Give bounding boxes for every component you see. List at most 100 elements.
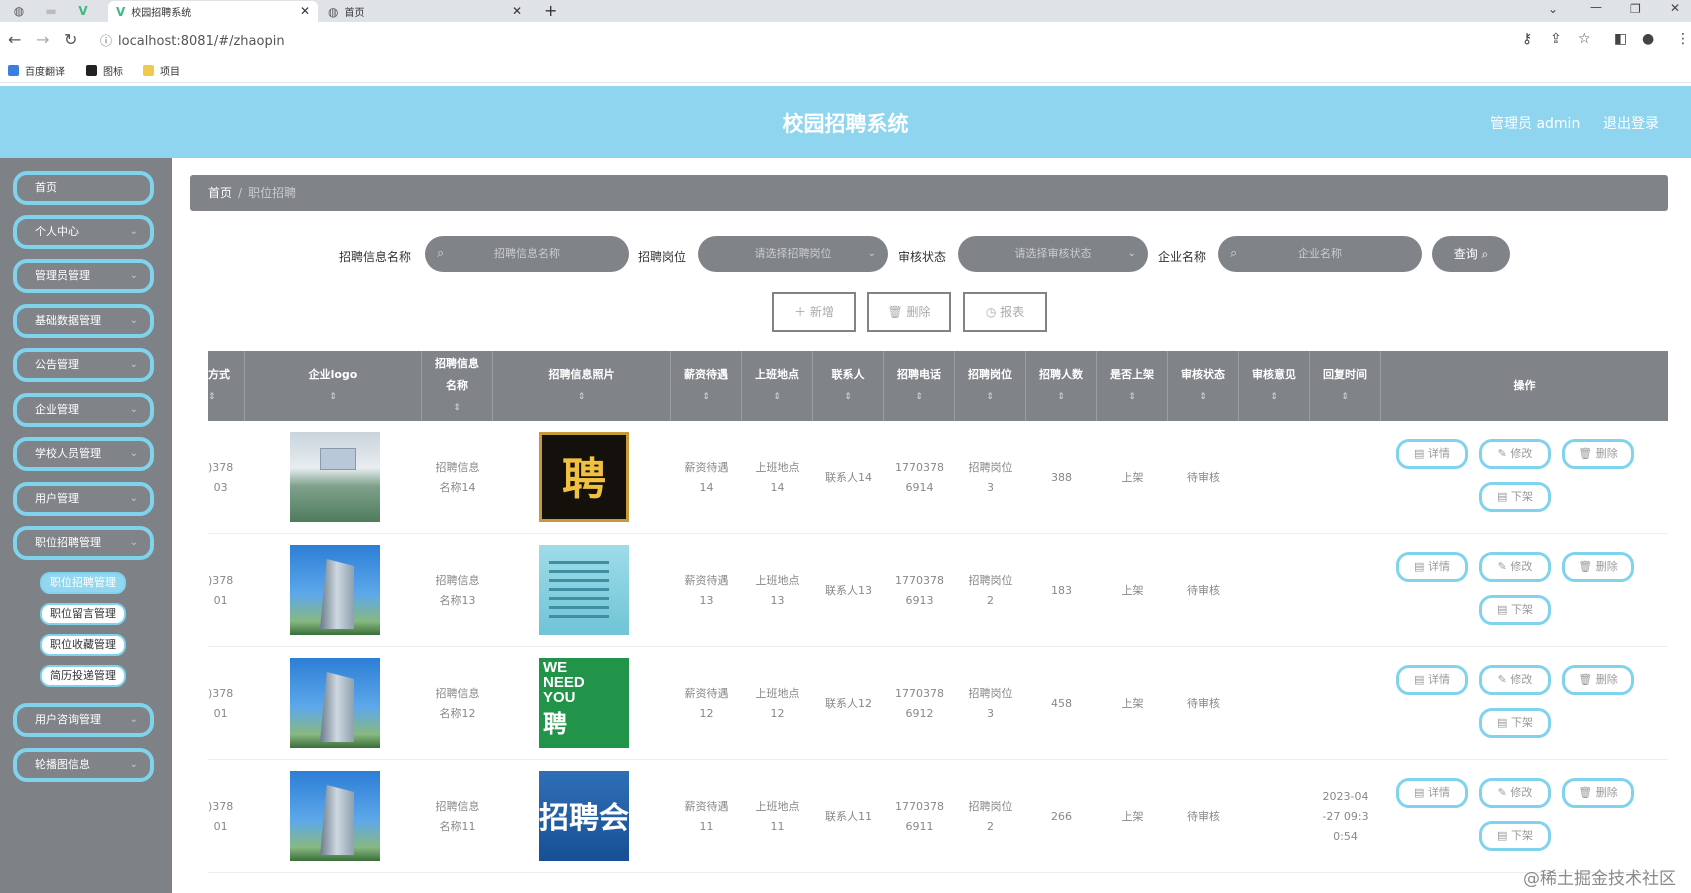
menu-icon[interactable]: ⋮ (1676, 31, 1690, 47)
star-icon[interactable]: ☆ (1578, 31, 1591, 47)
submenu-job-recruit[interactable]: 职位招聘管理 (40, 572, 126, 594)
col-work-place[interactable]: 上班地点 ⇕ (742, 351, 813, 421)
sidebar-item-personal-center[interactable]: 个人中心 ⌄ (13, 215, 154, 249)
col-recruit-photo[interactable]: 招聘信息照片 ⇕ (493, 351, 671, 421)
window-close-icon[interactable]: ✕ (1670, 1, 1680, 15)
col-audit-opinion[interactable]: 审核意见 ⇕ (1239, 351, 1310, 421)
sort-icon: ⇕ (577, 392, 586, 402)
back-icon[interactable]: ← (8, 30, 21, 49)
logout-link[interactable]: 退出登录 (1603, 113, 1659, 133)
col-contact-person[interactable]: 联系人 ⇕ (813, 351, 884, 421)
recruit-photo-image[interactable]: WE NEED YOU 聘 (539, 658, 629, 748)
profile-icon[interactable]: ● (1642, 31, 1654, 47)
delete-button[interactable]: 🗑 删除 (1562, 552, 1634, 582)
col-audit-status[interactable]: 审核状态 ⇕ (1168, 351, 1239, 421)
submenu-job-message[interactable]: 职位留言管理 (40, 603, 126, 625)
minimize-icon[interactable]: — (1590, 0, 1602, 14)
sidebar-item-home[interactable]: 首页 (13, 171, 154, 205)
close-tab-icon[interactable]: ✕ (300, 4, 310, 18)
offshelf-button[interactable]: ▤ 下架 (1479, 708, 1551, 738)
col-company-logo[interactable]: 企业logo ⇕ (245, 351, 422, 421)
globe-icon[interactable]: ◍ (8, 2, 30, 20)
col-contact-way[interactable]: 方式 ⇕ (208, 351, 245, 421)
share-icon[interactable]: ⇪ (1550, 31, 1562, 47)
app-header: 校园招聘系统 管理员 admin 退出登录 (0, 86, 1691, 158)
translate-icon (8, 65, 19, 76)
delete-button[interactable]: 🗑 删除 (1562, 778, 1634, 808)
col-count[interactable]: 招聘人数 ⇕ (1026, 351, 1097, 421)
offshelf-button[interactable]: ▤ 下架 (1479, 595, 1551, 625)
edit-button[interactable]: ✎ 修改 (1479, 778, 1551, 808)
offshelf-button[interactable]: ▤ 下架 (1479, 482, 1551, 512)
cell-reply-time (1310, 647, 1381, 760)
vue-icon[interactable]: V (72, 2, 94, 20)
edit-button[interactable]: ✎ 修改 (1479, 665, 1551, 695)
info-icon[interactable]: ⓘ (100, 34, 112, 48)
offshelf-button[interactable]: ▤ 下架 (1479, 821, 1551, 851)
tab-active[interactable]: V 校园招聘系统 ✕ (108, 1, 318, 22)
tab-search-icon[interactable]: ⌄ (1548, 2, 1558, 16)
new-tab-icon[interactable]: + (544, 1, 557, 20)
delete-button[interactable]: 🗑 删除 (1562, 439, 1634, 469)
edit-icon: ✎ (1497, 560, 1507, 573)
col-recruit-name[interactable]: 招聘信息 名称 ⇕ (422, 351, 493, 421)
detail-button[interactable]: ▤ 详情 (1396, 665, 1468, 695)
cell-audit-opinion (1239, 647, 1310, 760)
add-button[interactable]: ＋ 新增 (772, 292, 856, 332)
detail-button[interactable]: ▤ 详情 (1396, 778, 1468, 808)
bookmark-item[interactable]: 百度翻译 (8, 63, 65, 78)
sidebar-item-job-recruit[interactable]: 职位招聘管理 ⌄ (13, 526, 154, 560)
bookmark-folder[interactable]: 项目 (143, 63, 180, 78)
col-reply-time[interactable]: 回复时间 ⇕ (1310, 351, 1381, 421)
sidebar-item-carousel[interactable]: 轮播图信息 ⌄ (13, 748, 154, 782)
key-icon[interactable]: ⚷ (1522, 31, 1532, 47)
sidebar-item-consult[interactable]: 用户咨询管理 ⌄ (13, 703, 154, 737)
col-post[interactable]: 招聘岗位 ⇕ (955, 351, 1026, 421)
sidebar-item-basic-data[interactable]: 基础数据管理 ⌄ (13, 304, 154, 338)
report-button[interactable]: ◷ 报表 (963, 292, 1047, 332)
filter-status-select[interactable]: 请选择审核状态 ⌄ (958, 236, 1148, 272)
batch-delete-button[interactable]: 🗑 删除 (867, 292, 951, 332)
query-button[interactable]: 查询 ⌕ (1432, 236, 1510, 272)
forward-icon[interactable]: → (36, 30, 49, 49)
col-salary[interactable]: 薪资待遇 ⇕ (671, 351, 742, 421)
company-logo-image[interactable] (290, 432, 380, 522)
tab-inactive[interactable]: ◍ 首页 ✕ (320, 1, 530, 22)
close-tab-icon[interactable]: ✕ (512, 4, 522, 18)
breadcrumb-home[interactable]: 首页 (208, 186, 232, 200)
company-logo-image[interactable] (290, 545, 380, 635)
reload-icon[interactable]: ↻ (64, 30, 77, 49)
col-phone[interactable]: 招聘电话 ⇕ (884, 351, 955, 421)
recruit-photo-image[interactable]: 聘 (539, 432, 629, 522)
edit-button[interactable]: ✎ 修改 (1479, 439, 1551, 469)
sidebar-item-notice[interactable]: 公告管理 ⌄ (13, 348, 154, 382)
col-on-shelf[interactable]: 是否上架 ⇕ (1097, 351, 1168, 421)
edit-icon: ✎ (1497, 786, 1507, 799)
company-logo-image[interactable] (290, 658, 380, 748)
recruit-photo-image[interactable]: 招聘会 (539, 771, 629, 861)
sidebar-item-admin[interactable]: 管理员管理 ⌄ (13, 259, 154, 293)
blank-tab-icon[interactable]: ▬ (40, 2, 62, 20)
submenu-job-favorite[interactable]: 职位收藏管理 (40, 634, 126, 656)
filter-post-select[interactable]: 请选择招聘岗位 ⌄ (698, 236, 888, 272)
url-field[interactable]: ⓘ localhost:8081/#/zhaopin (100, 32, 285, 49)
document-icon: ▤ (1497, 829, 1508, 842)
recruit-photo-image[interactable] (539, 545, 629, 635)
sidebar-item-users[interactable]: 用户管理 ⌄ (13, 482, 154, 516)
submenu-resume[interactable]: 简历投递管理 (40, 665, 126, 687)
bookmark-item[interactable]: 图标 (86, 63, 123, 78)
document-icon: ▤ (1414, 673, 1425, 686)
sidebar-item-company[interactable]: 企业管理 ⌄ (13, 393, 154, 427)
detail-button[interactable]: ▤ 详情 (1396, 552, 1468, 582)
sidepanel-icon[interactable]: ◧ (1614, 31, 1627, 47)
delete-button[interactable]: 🗑 删除 (1562, 665, 1634, 695)
company-logo-image[interactable] (290, 771, 380, 861)
filter-company-input[interactable]: ⌕ 企业名称 (1218, 236, 1422, 272)
filter-name-input[interactable]: ⌕ 招聘信息名称 (425, 236, 629, 272)
filter-post-label: 招聘岗位 (638, 250, 687, 264)
edit-button[interactable]: ✎ 修改 (1479, 552, 1551, 582)
sidebar-item-school-staff[interactable]: 学校人员管理 ⌄ (13, 437, 154, 471)
detail-button[interactable]: ▤ 详情 (1396, 439, 1468, 469)
restore-icon[interactable]: ❐ (1630, 2, 1641, 16)
cell-audit-opinion (1239, 421, 1310, 534)
